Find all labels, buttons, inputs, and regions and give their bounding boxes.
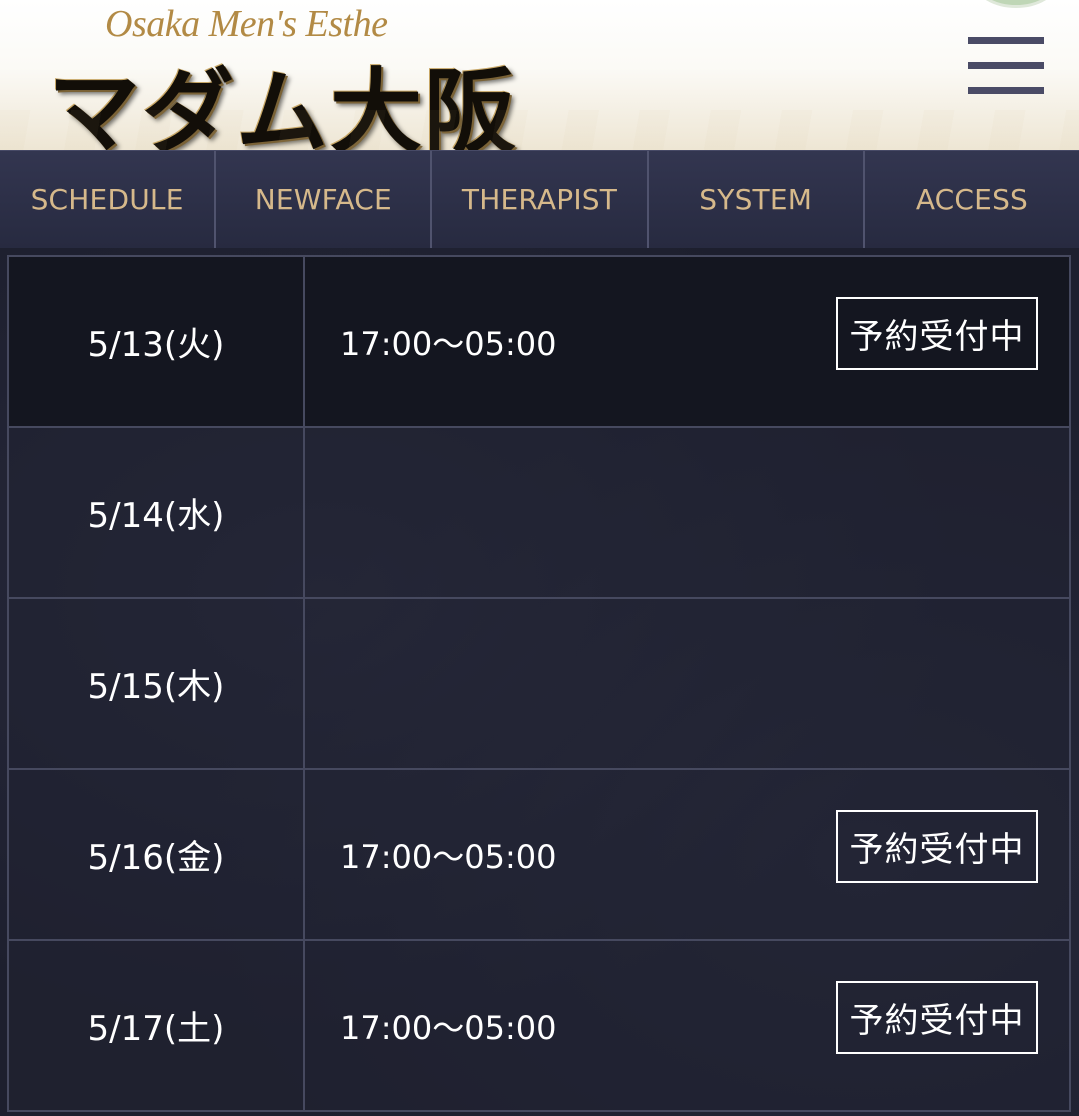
nav-item-schedule[interactable]: SCHEDULE xyxy=(0,151,217,248)
schedule-row: 5/17(土) 17:00〜05:00 予約受付中 xyxy=(7,941,1071,1112)
nav-item-newface[interactable]: NEWFACE xyxy=(216,151,433,248)
schedule-row: 5/14(水) xyxy=(7,428,1071,599)
site-header: Osaka Men's Esthe マダム大阪 xyxy=(0,0,1079,150)
schedule-time: 17:00〜05:00 xyxy=(340,1008,557,1047)
schedule-time: 17:00〜05:00 xyxy=(340,324,557,363)
schedule-date: 5/14(水) xyxy=(9,428,305,597)
schedule-table: 5/13(火) 17:00〜05:00 予約受付中 5/14(水) 5/15(木… xyxy=(7,255,1071,1112)
menu-bar-middle xyxy=(968,62,1044,69)
menu-bar-top xyxy=(968,37,1044,44)
schedule-date: 5/13(火) xyxy=(9,257,305,426)
schedule-row: 5/16(金) 17:00〜05:00 予約受付中 xyxy=(7,770,1071,941)
schedule-date: 5/16(金) xyxy=(9,770,305,939)
nav-item-system[interactable]: SYSTEM xyxy=(649,151,865,248)
schedule-time: 17:00〜05:00 xyxy=(340,837,557,876)
schedule-date: 5/17(土) xyxy=(9,941,305,1110)
reservation-status-button[interactable]: 予約受付中 xyxy=(836,297,1038,370)
schedule-row: 5/13(火) 17:00〜05:00 予約受付中 xyxy=(7,257,1071,428)
top-badge-icon xyxy=(975,0,1057,8)
logo-title[interactable]: マダム大阪 xyxy=(48,38,518,150)
main-nav: SCHEDULE NEWFACE THERAPIST SYSTEM ACCESS xyxy=(0,150,1079,248)
schedule-row: 5/15(木) xyxy=(7,599,1071,770)
nav-item-access[interactable]: ACCESS xyxy=(865,151,1079,248)
schedule-date: 5/15(木) xyxy=(9,599,305,768)
nav-item-therapist[interactable]: THERAPIST xyxy=(432,151,649,248)
menu-bar-bottom xyxy=(968,87,1044,94)
reservation-status-button[interactable]: 予約受付中 xyxy=(836,981,1038,1054)
reservation-status-button[interactable]: 予約受付中 xyxy=(836,810,1038,883)
hamburger-menu-icon[interactable] xyxy=(968,37,1044,95)
schedule-section: 5/13(火) 17:00〜05:00 予約受付中 5/14(水) 5/15(木… xyxy=(0,248,1079,1116)
